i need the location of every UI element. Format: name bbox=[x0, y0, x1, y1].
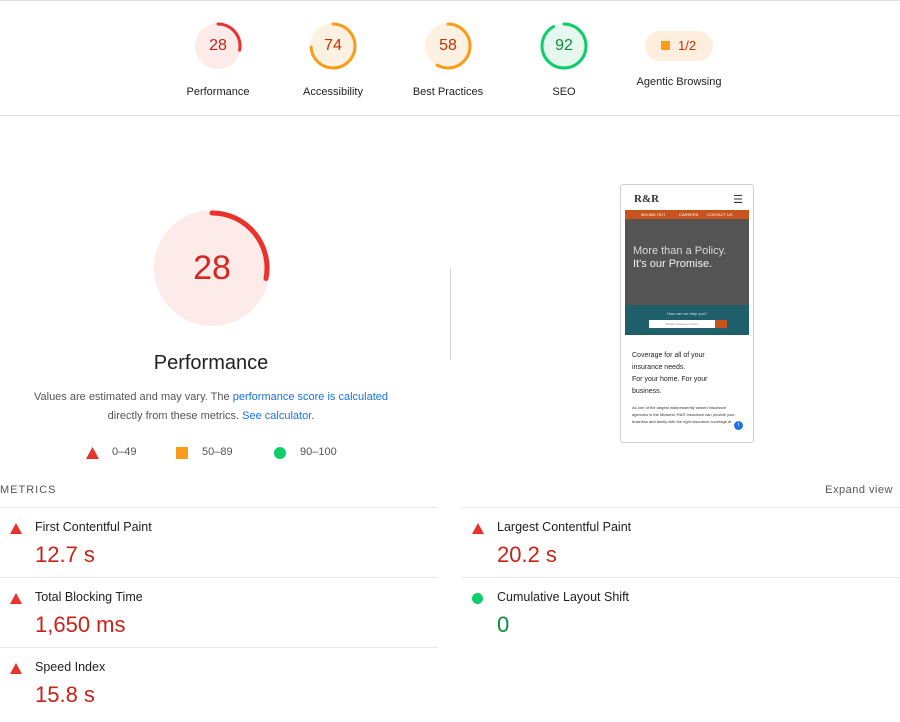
site-small-copy: As one of the largest independently owne… bbox=[632, 405, 735, 424]
metric-value: 15.8 s bbox=[35, 682, 95, 707]
category-label: Agentic Browsing bbox=[636, 76, 722, 88]
metric-label: Cumulative Layout Shift bbox=[497, 590, 630, 604]
info-icon: i bbox=[734, 421, 743, 430]
performance-title: Performance bbox=[153, 352, 269, 374]
performance-score: 28 bbox=[193, 249, 231, 287]
metric-total-blocking-time: Total Blocking Time 1,650 ms bbox=[0, 577, 438, 647]
square-icon bbox=[176, 447, 188, 459]
gauge-ring: 58 bbox=[423, 21, 473, 71]
score-value: 74 bbox=[324, 37, 342, 54]
copy-line: For your home. For your bbox=[632, 376, 708, 383]
metric-label: Largest Contentful Paint bbox=[497, 520, 632, 534]
legend-range: 0–49 bbox=[112, 446, 137, 458]
category-label: Accessibility bbox=[303, 86, 363, 98]
score-value: 58 bbox=[439, 37, 457, 54]
category-summary-bar: 28 Performance 74 Accessibility 58 Best … bbox=[0, 0, 900, 116]
agentic-browsing-gauge[interactable]: 1/2 Agentic Browsing bbox=[624, 21, 734, 88]
performance-description: Values are estimated and may vary. The p… bbox=[30, 388, 392, 426]
help-question: How can we help you? bbox=[666, 311, 708, 316]
final-screenshot[interactable]: R&R ☰ 800.555.7917 CAREERS CONTACT US Mo… bbox=[620, 184, 754, 443]
expand-view-link[interactable]: Expand view bbox=[825, 484, 893, 496]
metric-largest-contentful-paint: Largest Contentful Paint 20.2 s bbox=[462, 507, 900, 577]
copy-line: Coverage for all of your bbox=[632, 352, 705, 359]
site-copy: Coverage for all of your insurance needs… bbox=[632, 350, 744, 398]
desc-text: . bbox=[311, 410, 315, 422]
metric-value: 0 bbox=[497, 612, 510, 637]
hamburger-menu-icon: ☰ bbox=[733, 194, 743, 206]
agentic-fraction: 1/2 bbox=[678, 38, 697, 53]
gauge-ring: 28 bbox=[193, 21, 243, 71]
copy-line: insurance needs. bbox=[632, 364, 686, 371]
circle-icon bbox=[472, 593, 483, 604]
site-nav-bar: 800.555.7917 CAREERS CONTACT US bbox=[625, 210, 749, 219]
best-practices-gauge[interactable]: 58 Best Practices bbox=[393, 21, 503, 98]
metric-value: 1,650 ms bbox=[35, 612, 126, 637]
metric-label: Total Blocking Time bbox=[35, 590, 143, 604]
seo-gauge[interactable]: 92 SEO bbox=[509, 21, 619, 98]
site-hero: More than a Policy. It's our Promise. bbox=[625, 219, 749, 305]
triangle-icon bbox=[10, 523, 22, 534]
metric-speed-index: Speed Index 15.8 s bbox=[0, 647, 438, 717]
performance-score-link[interactable]: performance score is calculated bbox=[233, 391, 388, 403]
category-label: SEO bbox=[552, 86, 576, 98]
hero-line-2: It's our Promise. bbox=[633, 258, 713, 270]
gauge-ring: 92 bbox=[539, 21, 589, 71]
metric-value: 20.2 s bbox=[497, 542, 557, 567]
legend-range: 50–89 bbox=[202, 446, 233, 458]
gauge-ring: 74 bbox=[308, 21, 358, 71]
site-help-bar: How can we help you? Please choose an op… bbox=[625, 305, 749, 335]
triangle-icon bbox=[10, 663, 22, 674]
vertical-divider bbox=[450, 268, 451, 360]
score-value: 28 bbox=[209, 37, 227, 54]
square-icon bbox=[661, 41, 670, 50]
metric-first-contentful-paint: First Contentful Paint 12.7 s bbox=[0, 507, 438, 577]
metric-label: First Contentful Paint bbox=[35, 520, 152, 534]
copy-line: business. bbox=[632, 388, 662, 395]
nav-contact: CONTACT US bbox=[707, 212, 733, 217]
see-calculator-link[interactable]: See calculator bbox=[242, 410, 311, 422]
triangle-icon bbox=[10, 593, 22, 604]
performance-score-gauge: 28 bbox=[153, 209, 271, 327]
desc-text: directly from these metrics. bbox=[107, 410, 243, 422]
metrics-heading: METRICS bbox=[0, 484, 57, 496]
triangle-icon bbox=[86, 447, 99, 459]
help-select-button bbox=[715, 320, 727, 328]
legend-range: 90–100 bbox=[300, 446, 337, 458]
help-select: Please choose an option bbox=[649, 320, 715, 328]
metric-label: Speed Index bbox=[35, 660, 106, 674]
category-label: Performance bbox=[186, 86, 250, 98]
triangle-icon bbox=[472, 523, 484, 534]
category-label: Best Practices bbox=[412, 86, 484, 98]
site-logo: R&R bbox=[634, 193, 660, 205]
agentic-pill: 1/2 bbox=[645, 31, 713, 61]
nav-phone: 800.555.7917 bbox=[641, 212, 666, 217]
performance-gauge[interactable]: 28 Performance bbox=[163, 21, 273, 98]
hero-line-1: More than a Policy. bbox=[633, 245, 727, 257]
site-header: R&R ☰ bbox=[625, 189, 749, 210]
metric-cumulative-layout-shift: Cumulative Layout Shift 0 bbox=[462, 577, 900, 647]
nav-careers: CAREERS bbox=[679, 212, 699, 217]
circle-icon bbox=[274, 447, 286, 459]
accessibility-gauge[interactable]: 74 Accessibility bbox=[278, 21, 388, 98]
desc-text: Values are estimated and may vary. The bbox=[33, 391, 233, 403]
metric-value: 12.7 s bbox=[35, 542, 95, 567]
score-value: 92 bbox=[555, 37, 573, 54]
